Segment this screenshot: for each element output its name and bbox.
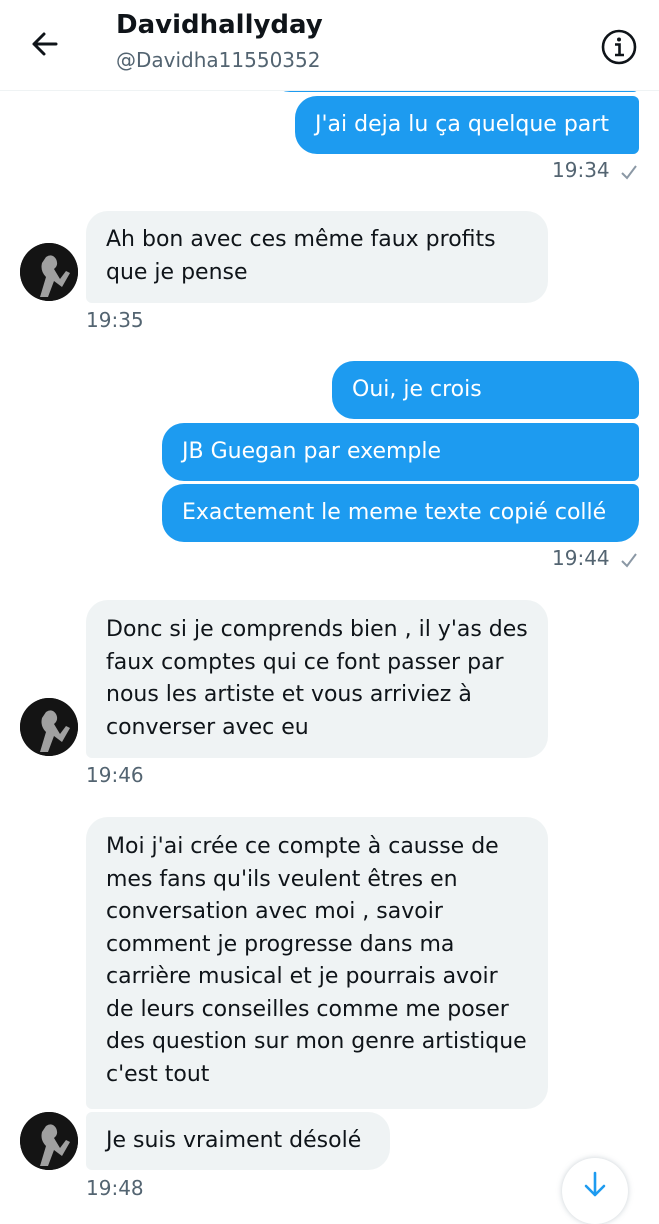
message-timestamp: 19:44: [552, 546, 610, 570]
message-bubble-received[interactable]: Donc si je comprends bien , il y'as des …: [86, 600, 548, 758]
sent-check-icon: [621, 165, 637, 180]
scroll-to-bottom-button[interactable]: [562, 1158, 628, 1224]
message-bubble-sent[interactable]: Oui, je crois: [332, 361, 639, 419]
message-timestamp: 19:46: [86, 763, 144, 787]
user-handle: @Davidha11550352: [116, 48, 321, 72]
avatar[interactable]: [20, 1112, 78, 1170]
conversation-header: Davidhallyday @Davidha11550352: [0, 0, 659, 91]
message-timestamp: 19:48: [86, 1176, 144, 1200]
avatar[interactable]: [20, 243, 78, 301]
info-button[interactable]: [600, 28, 638, 66]
sent-check-icon: [621, 553, 637, 568]
conversation-list: J'ai deja lu ça quelque part 19:34 Ah bo…: [0, 0, 659, 1224]
arrow-left-icon: [32, 32, 58, 56]
message-bubble-received[interactable]: Moi j'ai crée ce compte à causse de mes …: [86, 817, 548, 1109]
message-bubble-sent[interactable]: Exactement le meme texte copié collé: [162, 484, 639, 542]
conversation-title[interactable]: Davidhallyday: [116, 10, 323, 40]
message-timestamp: 19:34: [552, 158, 610, 182]
info-icon: [601, 29, 637, 65]
back-button[interactable]: [26, 24, 66, 64]
avatar[interactable]: [20, 698, 78, 756]
arrow-down-icon: [584, 1171, 606, 1197]
message-timestamp: 19:35: [86, 308, 144, 332]
message-bubble-sent[interactable]: JB Guegan par exemple: [162, 423, 639, 481]
message-bubble-received[interactable]: Je suis vraiment désolé: [86, 1112, 390, 1170]
message-bubble-received[interactable]: Ah bon avec ces même faux profits que je…: [86, 211, 548, 303]
message-bubble-sent[interactable]: J'ai deja lu ça quelque part: [295, 96, 639, 154]
